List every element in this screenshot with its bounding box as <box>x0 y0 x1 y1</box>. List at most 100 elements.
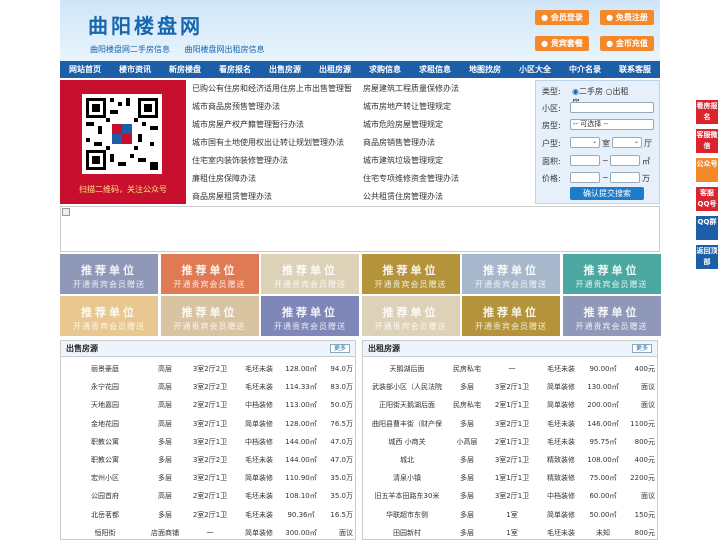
recommended-unit-tile[interactable]: 推荐单位 开通贵宾会员赠送 <box>60 254 158 294</box>
listing-row[interactable]: 华联超市东侧 多层 1室 简单装修 50.00㎡ 150元 <box>367 506 655 524</box>
recommended-unit-tile[interactable]: 推荐单位 开通贵宾会员赠送 <box>361 296 460 336</box>
news-link[interactable]: 城市房地产转让管理规定 <box>363 98 531 116</box>
listing-row[interactable]: 职教公寓 多层 3室2厅2卫 毛坯未装 144.00㎡ 47.0万 <box>65 451 353 469</box>
secondhand-link[interactable]: 曲阳楼盘网二手房信息 <box>90 45 170 54</box>
news-link[interactable]: 城市商品房预售管理办法 <box>192 98 360 116</box>
listing-row[interactable]: 丽景豪庭 高层 3室2厅2卫 毛坯未装 128.00㎡ 94.0万 <box>65 360 353 378</box>
listing-row[interactable]: 旧五羊本田路东30米 多层 3室2厅1卫 中档装修 60.00㎡ 面议 <box>367 487 655 505</box>
listing-row[interactable]: 田园新村 多层 1室 毛坯未装 未知 800元 <box>367 524 655 542</box>
listing-row[interactable]: 公园首府 高层 2室2厅1卫 毛坯未装 108.10㎡ 35.0万 <box>65 487 353 505</box>
listing-row[interactable]: 北岳茗都 多层 2室2厅1卫 毛坯未装 90.36㎡ 16.5万 <box>65 506 353 524</box>
listing-row[interactable]: 城西 小商关 小高层 2室1厅1卫 毛坯未装 95.75㎡ 800元 <box>367 433 655 451</box>
price-max-input[interactable] <box>610 172 640 183</box>
rental-link[interactable]: 曲阳楼盘网出租房信息 <box>185 45 265 54</box>
nav-news[interactable]: 楼市资讯 <box>110 61 160 78</box>
listing-row[interactable]: 武装部小区（人民法院 多层 3室2厅1卫 简单装修 130.00㎡ 面议 <box>367 378 655 396</box>
listing-row[interactable]: 正阳街天鹅湖后面 民房私宅 2室1厅1卫 简单装修 200.00㎡ 面议 <box>367 396 655 414</box>
rental-radio[interactable]: ○ <box>606 87 613 96</box>
listing-cell[interactable]: 城北 <box>367 451 447 469</box>
news-link[interactable]: 住宅专项维修资金管理办法 <box>363 170 531 188</box>
nav-wanted-buy[interactable]: 求购信息 <box>360 61 410 78</box>
nav-map-search[interactable]: 地图找房 <box>460 61 510 78</box>
listing-cell[interactable]: 恒阳街 <box>65 524 145 542</box>
listing-cell[interactable]: 职教公寓 <box>65 451 145 469</box>
housetype-select[interactable]: -- 可选择 -- <box>570 119 654 130</box>
hall-select[interactable]: ⌄ <box>612 137 642 148</box>
news-link[interactable]: 商品房屋租赁管理办法 <box>192 188 360 206</box>
listing-cell[interactable]: 公园首府 <box>65 487 145 505</box>
recommended-unit-tile[interactable]: 推荐单位 开通贵宾会员赠送 <box>160 296 259 336</box>
nav-viewing-signup[interactable]: 看房报名 <box>210 61 260 78</box>
listing-cell[interactable]: 清泉小镇 <box>367 469 447 487</box>
listing-cell[interactable]: 曲阳县曹丰街（财产保 <box>367 415 447 433</box>
listing-cell[interactable]: 城西 小商关 <box>367 433 447 451</box>
site-logo[interactable]: 曲阳楼盘网 <box>88 10 203 39</box>
listing-cell[interactable]: 金地花园 <box>65 415 145 433</box>
side-float-button[interactable]: 客服微信 <box>696 129 718 153</box>
search-submit-button[interactable]: 确认提交搜索 <box>570 187 644 200</box>
news-link[interactable]: 房屋建筑工程质量保修办法 <box>363 80 531 98</box>
recommended-unit-tile[interactable]: 推荐单位 开通贵宾会员赠送 <box>562 296 661 336</box>
nav-wanted-rent[interactable]: 求租信息 <box>410 61 460 78</box>
recommended-unit-tile[interactable]: 推荐单位 开通贵宾会员赠送 <box>60 296 158 336</box>
login-button[interactable]: ● 会员登录 <box>535 10 589 25</box>
listing-row[interactable]: 天鹅湖后面 民房私宅 一 毛坯未装 90.00㎡ 400元 <box>367 360 656 378</box>
rent-more-button[interactable]: 更多 <box>632 344 652 353</box>
sale-more-button[interactable]: 更多 <box>330 344 350 353</box>
news-link[interactable]: 城市建筑垃圾管理规定 <box>363 152 531 170</box>
recommended-unit-tile[interactable]: 推荐单位 开通贵宾会员赠送 <box>160 254 259 294</box>
news-link[interactable]: 城市危险房屋管理规定 <box>363 116 531 134</box>
listing-row[interactable]: 职教公寓 多层 3室2厅1卫 中档装修 144.00㎡ 47.0万 <box>65 433 353 451</box>
listing-row[interactable]: 曲阳县曹丰街（财产保 多层 3室2厅1卫 毛坯未装 146.00㎡ 1100元 <box>367 415 655 433</box>
secondhand-radio[interactable]: ◉ <box>572 87 579 96</box>
nav-contact[interactable]: 联系客服 <box>610 61 660 78</box>
listing-cell[interactable]: 永宁花园 <box>65 378 145 396</box>
nav-agents[interactable]: 中介名录 <box>560 61 610 78</box>
listing-row[interactable]: 天地嘉园 高层 2室2厅1卫 中档装修 113.00㎡ 50.0万 <box>65 396 353 414</box>
news-link[interactable]: 廉租住房保障办法 <box>192 170 360 188</box>
listing-row[interactable]: 恒阳街 店面商铺 一 简单装修 300.00㎡ 面议 <box>65 524 354 542</box>
listing-cell[interactable]: 天地嘉园 <box>65 396 145 414</box>
news-link[interactable]: 城市国有土地使用权出让转让规划管理办法 <box>192 134 360 152</box>
listing-cell[interactable]: 职教公寓 <box>65 433 145 451</box>
recommended-unit-tile[interactable]: 推荐单位 开通贵宾会员赠送 <box>462 254 560 294</box>
side-float-button[interactable]: 公众号 <box>696 158 718 182</box>
room-select[interactable]: ⌄ <box>570 137 600 148</box>
nav-for-rent[interactable]: 出租房源 <box>310 61 360 78</box>
recharge-button[interactable]: ● 金币充值 <box>600 36 654 51</box>
nav-for-sale[interactable]: 出售房源 <box>260 61 310 78</box>
listing-cell[interactable]: 田园新村 <box>367 524 447 542</box>
listing-cell[interactable]: 华联超市东侧 <box>367 506 447 524</box>
area-min-input[interactable] <box>570 155 600 166</box>
listing-row[interactable]: 城北 多层 3室2厅1卫 精致装修 108.00㎡ 400元 <box>367 451 655 469</box>
recommended-unit-tile[interactable]: 推荐单位 开通贵宾会员赠送 <box>462 296 560 336</box>
side-float-button[interactable]: QQ群 <box>696 216 718 240</box>
listing-cell[interactable]: 丽景豪庭 <box>65 360 145 378</box>
listing-row[interactable]: 金地花园 高层 3室2厅1卫 简单装修 128.00㎡ 76.5万 <box>65 415 353 433</box>
side-float-button[interactable]: 返回顶部 <box>696 245 718 269</box>
listing-cell[interactable]: 天鹅湖后面 <box>367 360 447 378</box>
listing-cell[interactable]: 旧五羊本田路东30米 <box>367 487 447 505</box>
listing-row[interactable]: 永宁花园 高层 3室2厅2卫 毛坯未装 114.33㎡ 83.0万 <box>65 378 353 396</box>
recommended-unit-tile[interactable]: 推荐单位 开通贵宾会员赠送 <box>361 254 460 294</box>
listing-cell[interactable]: 北岳茗都 <box>65 506 145 524</box>
register-button[interactable]: ● 免费注册 <box>600 10 654 25</box>
community-input[interactable] <box>570 102 654 113</box>
listing-row[interactable]: 清泉小镇 多层 1室1厅1卫 精致装修 75.00㎡ 2200元 <box>367 469 655 487</box>
recommended-unit-tile[interactable]: 推荐单位 开通贵宾会员赠送 <box>261 296 359 336</box>
listing-cell[interactable]: 正阳街天鹅湖后面 <box>367 396 447 414</box>
news-link[interactable]: 已购公有住房和经济适用住房上市出售管理暂 <box>192 80 360 98</box>
news-link[interactable]: 公共租赁住房管理办法 <box>363 188 531 206</box>
side-float-button[interactable]: 客服QQ号 <box>696 187 718 211</box>
price-min-input[interactable] <box>570 172 600 183</box>
news-link[interactable]: 住宅室内装饰装修管理办法 <box>192 152 360 170</box>
recommended-unit-tile[interactable]: 推荐单位 开通贵宾会员赠送 <box>562 254 661 294</box>
news-link[interactable]: 城市房屋产权产籍管理暂行办法 <box>192 116 360 134</box>
listing-cell[interactable]: 宏州小区 <box>65 469 145 487</box>
nav-communities[interactable]: 小区大全 <box>510 61 560 78</box>
nav-home[interactable]: 网站首页 <box>60 61 110 78</box>
listing-cell[interactable]: 武装部小区（人民法院 <box>367 378 447 396</box>
area-max-input[interactable] <box>610 155 640 166</box>
vip-package-button[interactable]: ● 贵宾套餐 <box>535 36 589 51</box>
nav-new-homes[interactable]: 新房楼盘 <box>160 61 210 78</box>
